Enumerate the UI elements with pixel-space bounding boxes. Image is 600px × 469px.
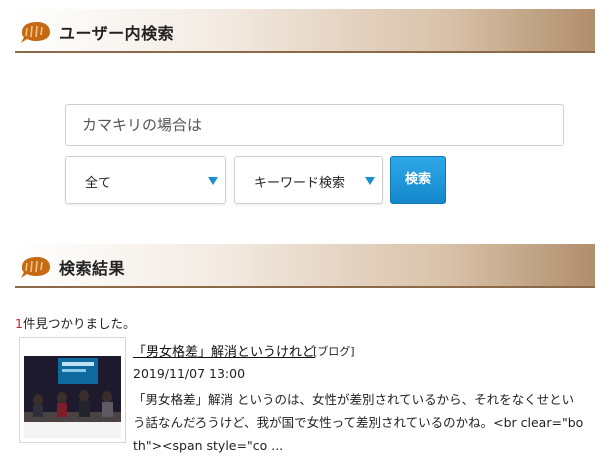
result-date: 2019/11/07 13:00	[133, 366, 246, 381]
user-search-header: ユーザー内検索	[15, 9, 595, 53]
result-count-suffix: 件見つかりました。	[22, 316, 136, 331]
result-count: 1件見つかりました。	[15, 313, 135, 332]
search-button[interactable]: 検索	[390, 156, 446, 204]
speech-bubble-icon	[21, 22, 50, 43]
user-search-title: ユーザー内検索	[59, 24, 175, 43]
search-mode-select-value: キーワード検索	[254, 176, 346, 191]
result-title-link[interactable]: 「男女格差」解消というけれど	[133, 341, 315, 360]
search-results-header: 検索結果	[15, 244, 595, 288]
caret-down-icon	[365, 177, 375, 185]
result-thumbnail[interactable]	[19, 337, 126, 443]
caret-down-icon	[208, 177, 218, 185]
panel-discussion-photo	[24, 342, 121, 438]
search-results-title: 検索結果	[59, 259, 126, 278]
result-count-number: 1	[15, 316, 23, 331]
search-input[interactable]	[65, 104, 564, 146]
result-category-tag: [ブログ]	[313, 345, 355, 358]
result-excerpt: 「男女格差」解消 というのは、女性が差別されているから、それをなくせという話なん…	[133, 392, 584, 453]
scope-select[interactable]: 全て	[65, 156, 226, 204]
speech-bubble-icon	[21, 257, 50, 278]
search-mode-select[interactable]: キーワード検索	[234, 156, 383, 204]
scope-select-value: 全て	[85, 176, 112, 191]
